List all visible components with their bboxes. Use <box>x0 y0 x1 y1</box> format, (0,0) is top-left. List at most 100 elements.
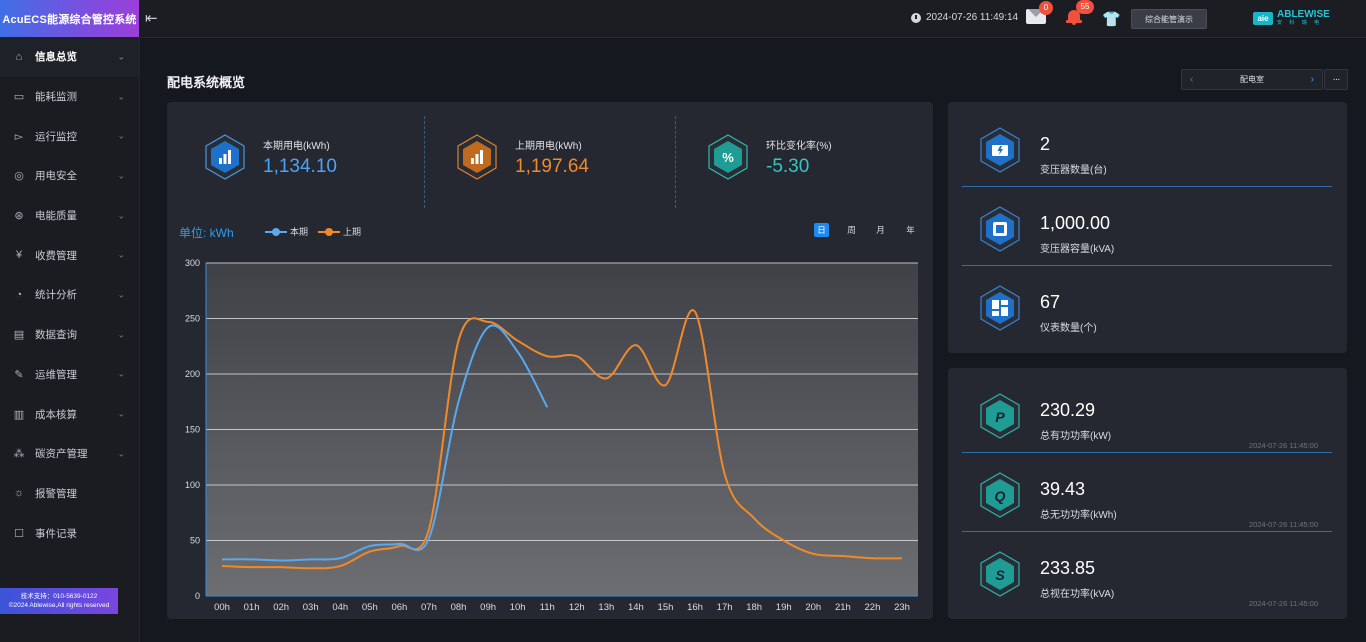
alarm-icon: ☼ <box>13 487 25 500</box>
power-q-icon: Q <box>980 472 1020 518</box>
alarm-bell-icon[interactable]: 55 <box>1066 0 1094 25</box>
y-tick-label: 200 <box>185 369 200 379</box>
power-panel: P 230.29 总有功功率(kW) 2024-07-26 11:45:00 Q 39.4… <box>948 368 1347 619</box>
nodes-icon: ⁂ <box>13 448 25 461</box>
sidebar-item-12[interactable]: ☐ 事件记录 <box>0 513 139 553</box>
sidebar-item-label: 运维管理 <box>35 368 77 381</box>
x-tick-label: 02h <box>273 602 289 613</box>
transformer-item-2: 67 仪表数量(个) <box>962 266 1332 345</box>
transformer-label: 仪表数量(个) <box>1040 323 1097 334</box>
power-label: 总有功功率(kW) <box>1040 431 1112 442</box>
x-tick-label: 04h <box>332 602 348 613</box>
x-tick-label: 13h <box>598 602 614 613</box>
camera-icon: ▻ <box>14 130 24 143</box>
x-tick-label: 16h <box>687 602 703 613</box>
mail-badge: 0 <box>1039 1 1053 15</box>
chart-legend: 本期 上期 <box>265 225 371 238</box>
chevron-down-icon: ⌄ <box>117 289 125 300</box>
x-tick-label: 21h <box>835 602 851 613</box>
chevron-down-icon: ⌄ <box>117 329 125 340</box>
power-time: 2024-07-26 11:45:00 <box>1248 599 1318 608</box>
sidebar-item-label: 运行监控 <box>35 130 77 143</box>
x-tick-label: 22h <box>865 602 881 613</box>
x-tick-label: 01h <box>244 602 260 613</box>
stat-value: 1,197.64 <box>515 155 589 177</box>
stat-label: 上期用电(kWh) <box>515 140 582 152</box>
period-day[interactable]: 日 <box>814 223 829 237</box>
stat-value: -5.30 <box>766 155 810 177</box>
x-tick-label: 12h <box>569 602 585 613</box>
y-tick-label: 50 <box>190 536 200 546</box>
transformer-item-0: 2 变压器数量(台) <box>962 108 1332 187</box>
prev-room-icon[interactable]: ‹ <box>1190 74 1193 85</box>
stat-card-2: % 环比变化率(%) -5.30 <box>708 102 832 212</box>
x-tick-label: 15h <box>658 602 674 613</box>
menu-toggle-icon[interactable]: ⇤ <box>145 9 158 27</box>
skin-icon[interactable]: 👕 <box>1102 10 1121 28</box>
alarm-badge: 55 <box>1076 0 1094 14</box>
stat-value: 1,134.10 <box>263 155 337 177</box>
period-week[interactable]: 周 <box>844 223 859 237</box>
x-tick-label: 10h <box>510 602 526 613</box>
sidebar-item-1[interactable]: ▭ 能耗监测 ⌄ <box>0 77 139 117</box>
record-icon: ☐ <box>14 527 24 540</box>
power-label: 总视在功率(kVA) <box>1040 589 1115 600</box>
sidebar-item-3[interactable]: ◎ 用电安全 ⌄ <box>0 156 139 196</box>
divider <box>424 116 425 208</box>
legend-marker <box>265 227 287 236</box>
sidebar-item-7[interactable]: ▤ 数据查询 ⌄ <box>0 315 139 355</box>
sidebar-item-11[interactable]: ☼ 报警管理 <box>0 474 139 514</box>
x-tick-label: 05h <box>362 602 378 613</box>
percent-icon: % <box>708 134 748 180</box>
power-time: 2024-07-26 11:45:00 <box>1248 441 1318 450</box>
sidebar-item-6[interactable]: ◔ 统计分析 ⌄ <box>0 275 139 315</box>
y-tick-label: 250 <box>185 314 200 324</box>
sidebar-item-8[interactable]: ✎ 运维管理 ⌄ <box>0 355 139 395</box>
next-room-icon[interactable]: › <box>1311 74 1314 85</box>
y-tick-label: 0 <box>195 591 200 601</box>
room-selector[interactable]: ‹ 配电室 › <box>1181 69 1323 90</box>
svg-text:S: S <box>995 567 1005 583</box>
datetime: 2024-07-26 11:49:14 <box>911 12 1018 23</box>
mail-icon[interactable]: 0 <box>1026 1 1053 24</box>
sidebar-item-0[interactable]: ⌂ 信息总览 ⌄ <box>0 37 139 77</box>
more-button[interactable]: ··· <box>1324 69 1348 90</box>
gauge-icon: ⊛ <box>14 210 24 223</box>
brand-logo: aie ABLEWISE 安 科 瑞 电 <box>1253 10 1330 26</box>
power-time: 2024-07-26 11:45:00 <box>1248 520 1318 529</box>
x-tick-label: 20h <box>805 602 821 613</box>
chevron-down-icon: ⌄ <box>117 368 125 379</box>
power-label: 总无功功率(kWh) <box>1040 510 1117 521</box>
support-phone: 技术支持：010-5639-0122 <box>20 593 98 600</box>
legend-previous[interactable]: 上期 <box>318 225 361 238</box>
power-item-0: P 230.29 总有功功率(kW) 2024-07-26 11:45:00 <box>962 374 1332 453</box>
legend-current[interactable]: 本期 <box>265 225 308 238</box>
sidebar-item-10[interactable]: ⁂ 碳资产管理 ⌄ <box>0 434 139 474</box>
sidebar-item-label: 报警管理 <box>35 487 77 500</box>
document-icon: ▤ <box>13 329 25 342</box>
sidebar: AcuECS能源综合管控系统 ⌂ 信息总览 ⌄ ▭ 能耗监测 ⌄ ▻ 运行监控 ⌄ ◎ 用电安全 ⌄ ⊛… <box>0 0 140 642</box>
power-value: 230.29 <box>1040 400 1096 420</box>
stat-label: 本期用电(kWh) <box>263 140 330 152</box>
transformer-panel: 2 变压器数量(台) 1,000.00 变压器容量(kVA) 67 仪表数量(个) <box>948 102 1347 353</box>
period-month[interactable]: 月 <box>873 223 888 237</box>
demo-button[interactable]: 综合能管演示 <box>1131 9 1207 29</box>
pie-icon: ◔ <box>15 288 23 301</box>
sidebar-item-4[interactable]: ⊛ 电能质量 ⌄ <box>0 196 139 236</box>
x-tick-label: 09h <box>480 602 496 613</box>
sidebar-item-2[interactable]: ▻ 运行监控 ⌄ <box>0 116 139 156</box>
topbar: ⇤ 2024-07-26 11:49:14 0 55 👕 综合能管演示 aie … <box>139 0 1366 38</box>
chip-icon <box>980 206 1020 252</box>
bar-chart-icon <box>205 134 245 180</box>
x-tick-label: 08h <box>451 602 467 613</box>
sidebar-item-5[interactable]: ¥ 收费管理 ⌄ <box>0 235 139 275</box>
y-tick-label: 300 <box>185 258 200 268</box>
sidebar-item-9[interactable]: ▥ 成本核算 ⌄ <box>0 394 139 434</box>
y-tick-label: 100 <box>185 480 200 490</box>
clock-icon <box>911 12 921 23</box>
period-year[interactable]: 年 <box>903 223 918 237</box>
bar-chart-icon <box>457 134 497 180</box>
svg-text:P: P <box>995 409 1005 425</box>
svg-text:%: % <box>722 150 734 165</box>
sidebar-nav: ⌂ 信息总览 ⌄ ▭ 能耗监测 ⌄ ▻ 运行监控 ⌄ ◎ 用电安全 ⌄ ⊛ 电能质量 ⌄ ¥ 收费管理 ⌄ ◔ 统计分… <box>0 37 139 553</box>
